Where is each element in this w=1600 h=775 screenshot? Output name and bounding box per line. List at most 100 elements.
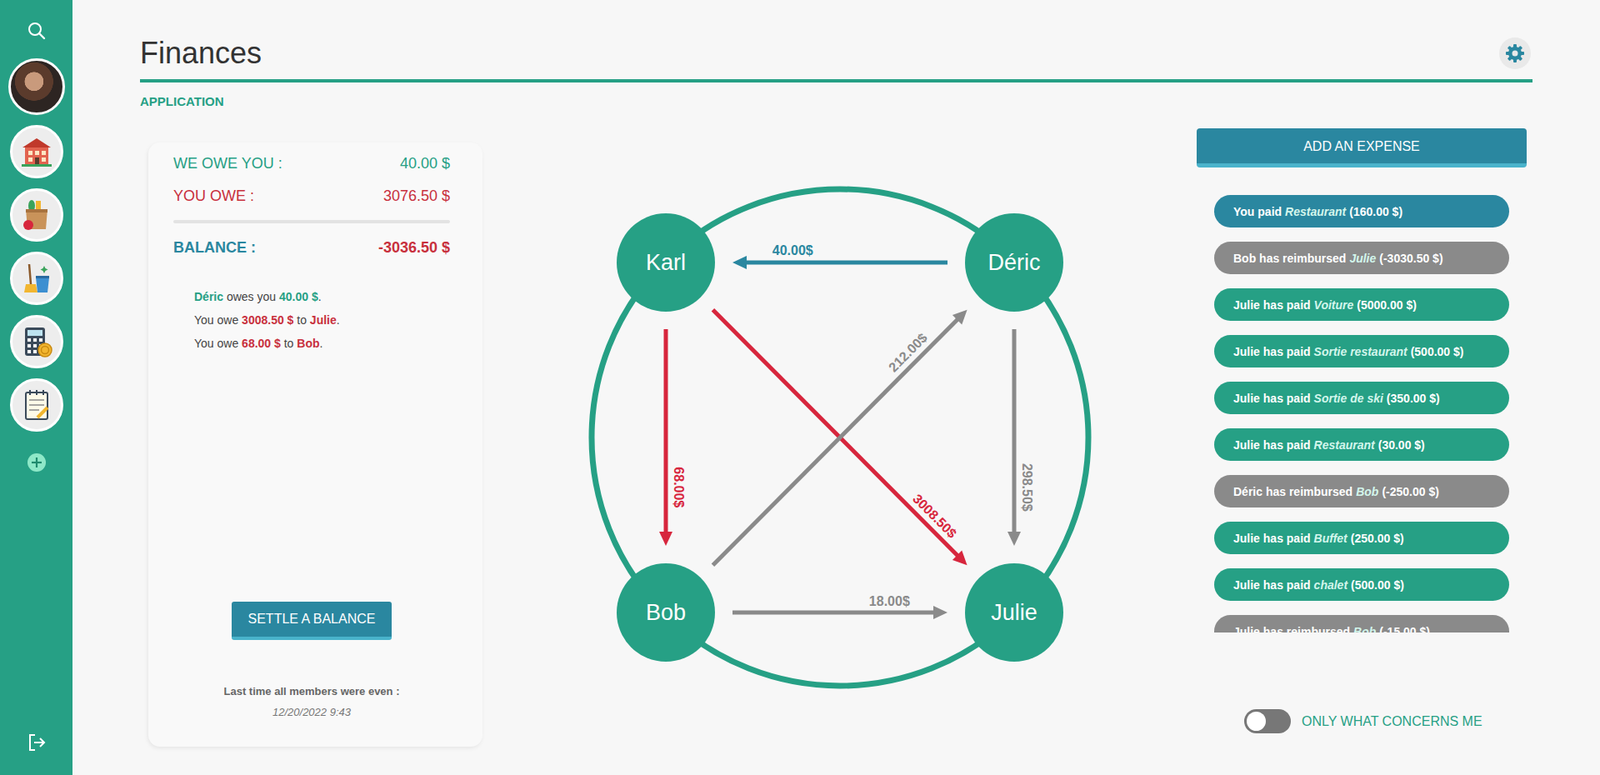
section-label: APPLICATION xyxy=(140,94,1533,110)
member-name: Julie xyxy=(990,600,1038,625)
expense-panel: ADD AN EXPENSE You paidRestaurant(160.00 … xyxy=(1196,128,1527,747)
expense-actor: Julie has paid xyxy=(1233,345,1311,359)
balance-value: -3036.50 $ xyxy=(378,237,450,258)
member-node[interactable]: Déric xyxy=(965,213,1064,312)
card-footer: SETTLE A BALANCE Last time all members we… xyxy=(173,601,450,721)
arrow-amount: 18.00$ xyxy=(868,594,910,609)
expense-amount: (-250.00 $) xyxy=(1381,485,1439,499)
building-icon xyxy=(19,134,55,170)
expense-actor: Bob has reimbursed xyxy=(1233,251,1346,265)
debt-text: You owe xyxy=(194,313,242,327)
debt-text: Julie xyxy=(310,313,337,327)
member-name: Karl xyxy=(645,250,685,275)
expense-amount: (5000.00 $) xyxy=(1356,298,1417,312)
expense-amount: (-3030.50 $) xyxy=(1379,251,1443,265)
expense-name: Julie xyxy=(1349,251,1376,265)
debt-text: . xyxy=(320,336,324,350)
user-avatar[interactable] xyxy=(8,58,65,115)
debt-text: Bob xyxy=(296,336,320,350)
expense-item[interactable]: Julie has paidSortie restaurant(500.00 $… xyxy=(1214,335,1510,368)
summary-label: YOU OWE : xyxy=(173,185,255,206)
debt-text: to xyxy=(280,336,297,350)
debt-details: Déric owes you 40.00 $.You owe 3008.50 $… xyxy=(173,285,450,355)
debt-line: You owe 3008.50 $ to Julie. xyxy=(194,308,450,332)
expense-item[interactable]: Julie has paidVoiture(5000.00 $) xyxy=(1214,288,1510,321)
search-icon[interactable] xyxy=(26,20,47,41)
arrow-line xyxy=(1011,329,1016,536)
debt-arrow: 3008.50$ xyxy=(712,310,967,566)
notepad-icon xyxy=(19,387,55,423)
finance-content: WE OWE YOU :40.00 $YOU OWE :3076.50 $BAL… xyxy=(140,128,1533,747)
expense-amount: (250.00 $) xyxy=(1350,531,1405,545)
arrow-line xyxy=(663,329,668,536)
balance-label: BALANCE : xyxy=(173,237,256,258)
expense-actor: Déric has reimbursed xyxy=(1233,485,1353,499)
expense-item[interactable]: Julie has paidBuffet(250.00 $) xyxy=(1214,521,1510,555)
sidebar-item[interactable] xyxy=(10,378,64,432)
expense-actor: Julie has paid xyxy=(1233,578,1311,592)
add-expense-button[interactable]: ADD AN EXPENSE xyxy=(1196,128,1527,168)
expense-actor: Julie has paid xyxy=(1233,298,1311,312)
toggle-knob xyxy=(1246,711,1266,731)
node-circle xyxy=(616,213,715,312)
expense-amount: (-15.00 $) xyxy=(1379,625,1430,634)
debt-arrow: 40.00$ xyxy=(732,243,948,270)
balance-card: WE OWE YOU :40.00 $YOU OWE :3076.50 $BAL… xyxy=(148,142,483,747)
concerns-me-toggle[interactable] xyxy=(1244,709,1291,734)
member-node[interactable]: Bob xyxy=(616,563,715,662)
summary-label: WE OWE YOU : xyxy=(173,153,283,174)
debt-text: . xyxy=(318,290,322,304)
add-group-icon[interactable] xyxy=(26,452,47,473)
expense-item[interactable]: Julie has paidRestaurant(30.00 $) xyxy=(1214,428,1510,461)
arrow-head xyxy=(732,255,747,270)
sidebar-item[interactable] xyxy=(10,125,64,179)
expense-item[interactable]: Bob has reimbursedJulie(-3030.50 $) xyxy=(1214,241,1510,275)
summary-row: WE OWE YOU :40.00 $ xyxy=(173,153,450,174)
expense-actor: Julie has paid xyxy=(1233,531,1311,545)
expense-item[interactable]: Julie has paidSortie de ski(350.00 $) xyxy=(1214,381,1510,415)
summary-divider xyxy=(173,220,450,224)
debt-text: Déric xyxy=(194,290,224,304)
sidebar-item[interactable] xyxy=(10,251,64,305)
settle-button[interactable]: SETTLE A BALANCE xyxy=(231,601,393,640)
filter-toggle-row: ONLY WHAT CONCERNS ME xyxy=(1196,709,1527,747)
arrow-head xyxy=(1007,531,1021,546)
debt-text: to xyxy=(293,313,310,327)
arrow-amount: 298.50$ xyxy=(1019,463,1034,512)
expense-amount: (500.00 $) xyxy=(1410,345,1465,359)
cleaning-icon xyxy=(19,260,55,296)
node-circle xyxy=(965,213,1064,312)
expense-amount: (160.00 $) xyxy=(1349,205,1403,219)
arrow-amount: 68.00$ xyxy=(670,466,685,508)
arrow-line xyxy=(742,260,948,265)
logout-icon[interactable] xyxy=(26,732,47,753)
expense-name: Voiture xyxy=(1314,298,1355,312)
debt-text: owes you xyxy=(223,290,280,304)
sidebar-item[interactable] xyxy=(10,315,64,369)
expense-name: Sortie de ski xyxy=(1314,391,1384,405)
debt-text: . xyxy=(336,313,340,327)
member-node[interactable]: Karl xyxy=(616,213,715,312)
member-name: Déric xyxy=(987,250,1040,275)
sidebar-item[interactable] xyxy=(10,188,64,242)
toggle-label: ONLY WHAT CONCERNS ME xyxy=(1301,713,1483,730)
expense-item[interactable]: Julie has reimbursedBob(-15.00 $) xyxy=(1214,615,1510,633)
arrow-head xyxy=(933,605,948,620)
expense-item[interactable]: Déric has reimbursedBob(-250.00 $) xyxy=(1214,475,1510,508)
arrow-amount: 40.00$ xyxy=(771,243,813,258)
last-even-label: Last time all members were even : xyxy=(224,683,400,700)
settings-button[interactable] xyxy=(1499,37,1531,70)
expense-amount: (350.00 $) xyxy=(1386,391,1440,405)
arrow-head xyxy=(951,550,967,566)
expense-item[interactable]: Julie has paidchalet(500.00 $) xyxy=(1214,568,1510,601)
expense-actor: Julie has reimbursed xyxy=(1233,625,1350,634)
expense-actor: Julie has paid xyxy=(1233,438,1311,452)
debt-line: You owe 68.00 $ to Bob. xyxy=(194,331,450,355)
page-title: Finances xyxy=(140,35,262,71)
debt-text: 3008.50 $ xyxy=(241,313,294,327)
debt-diagram: 40.00$68.00$3008.50$212.00$298.50$18.00$… xyxy=(482,128,1197,747)
node-circle xyxy=(616,563,715,662)
expense-item[interactable]: You paidRestaurant(160.00 $) xyxy=(1214,195,1510,228)
member-node[interactable]: Julie xyxy=(965,563,1064,662)
arrow-line xyxy=(712,310,960,559)
